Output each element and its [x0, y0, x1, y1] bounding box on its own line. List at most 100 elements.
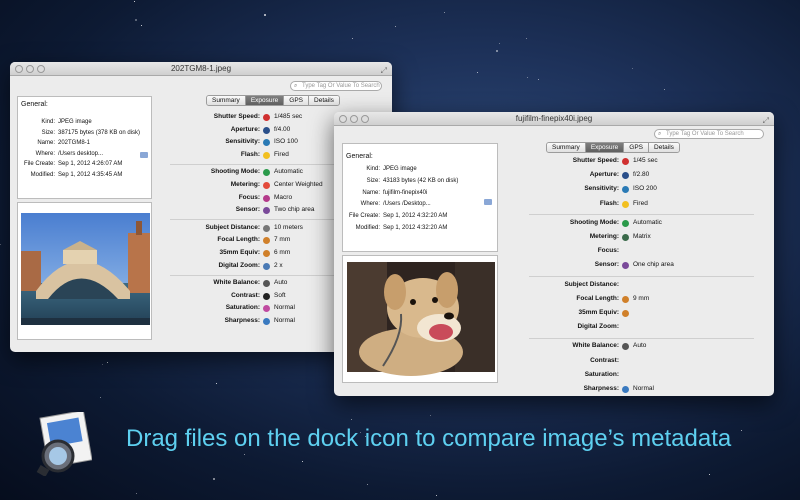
- exposure-key: Focal Length:: [576, 294, 619, 302]
- close-button[interactable]: [15, 65, 23, 73]
- tab-gps[interactable]: GPS: [284, 96, 310, 105]
- exposure-key: Focus:: [238, 193, 260, 201]
- tab-summary[interactable]: Summary: [547, 143, 586, 152]
- tab-exposure[interactable]: Exposure: [585, 143, 625, 152]
- equiv-icon: [263, 250, 270, 257]
- close-button[interactable]: [339, 115, 347, 123]
- star: [525, 38, 527, 40]
- zoom-button[interactable]: [37, 65, 45, 73]
- star: [429, 415, 431, 417]
- exposure-row: Focal Length: 9 mm: [519, 295, 764, 305]
- info-key: Kind:: [366, 166, 380, 172]
- exposure-key: Contrast:: [590, 356, 619, 364]
- search-icon: ⌕: [294, 83, 298, 89]
- section-divider: [529, 214, 754, 216]
- star: [366, 483, 368, 485]
- fullscreen-icon[interactable]: ⤢: [763, 114, 769, 128]
- exposure-row: Shooting Mode: Automatic: [519, 219, 764, 229]
- info-key: Name:: [362, 189, 380, 196]
- exposure-key: Sensor:: [235, 206, 260, 214]
- shutter-icon: [263, 114, 270, 121]
- star: [216, 383, 218, 385]
- exposure-row: Aperture: f/2.80: [519, 171, 764, 181]
- star: [495, 49, 498, 52]
- exposure-row: White Balance: Auto: [519, 342, 764, 352]
- iso-icon: [622, 186, 629, 194]
- equiv-icon: [622, 310, 629, 317]
- exposure-value: 6 mm: [274, 249, 291, 256]
- exposure-value: Auto: [274, 279, 288, 287]
- exposure-key: Sensitivity:: [584, 185, 619, 193]
- star: [140, 25, 142, 27]
- exposure-row: Subject Distance:: [519, 281, 764, 291]
- folder-icon[interactable]: [484, 199, 492, 205]
- exposure-value: Center Weighted: [274, 181, 323, 188]
- star: [302, 461, 304, 463]
- tab-summary[interactable]: Summary: [207, 96, 246, 105]
- wb-icon: [622, 343, 629, 351]
- fullscreen-icon[interactable]: ⤢: [381, 64, 387, 78]
- exposure-row: Shutter Speed: 1/45 sec: [519, 157, 764, 167]
- exposure-key: Sensor:: [594, 261, 619, 269]
- search-input[interactable]: ⌕ Type Tag Or Value To Search: [290, 81, 382, 91]
- info-key: Size:: [366, 177, 380, 184]
- tab-details[interactable]: Details: [649, 143, 679, 152]
- inspector-tabs[interactable]: Summary Exposure GPS Details: [546, 142, 680, 153]
- metering-icon: [622, 234, 629, 241]
- exposure-row: Sensitivity: ISO 200: [519, 185, 764, 195]
- inspector-tabs[interactable]: Summary Exposure GPS Details: [206, 95, 340, 106]
- star: [352, 37, 354, 39]
- focus-icon: [263, 194, 270, 202]
- star: [100, 396, 102, 398]
- metering-icon: [263, 182, 270, 189]
- exposure-row: 35mm Equiv:: [519, 309, 764, 319]
- star: [101, 364, 103, 366]
- exposure-value: f/4.00: [274, 125, 291, 133]
- app-dock-icon[interactable]: [34, 412, 92, 476]
- exposure-row: Saturation:: [519, 371, 764, 381]
- folder-icon[interactable]: [140, 152, 148, 158]
- exposure-key: 35mm Equiv:: [219, 249, 260, 256]
- exposure-value: 2 x: [274, 261, 283, 269]
- info-value: JPEG image: [58, 119, 92, 125]
- exposure-key: Shutter Speed:: [213, 113, 260, 120]
- star: [107, 361, 109, 363]
- sharpness-icon: [622, 386, 629, 393]
- info-value: 387175 bytes (378 KB on disk): [58, 129, 141, 136]
- venice-bridge-photo: [21, 213, 150, 325]
- star: [213, 478, 216, 481]
- general-panel: General: Kind: JPEG image Size: 43183 bytes…: [342, 143, 498, 252]
- window-titlebar[interactable]: fujifilm-finepix40i.jpeg ⤢: [334, 112, 774, 126]
- star: [395, 26, 397, 28]
- exposure-key: Shooting Mode:: [569, 218, 619, 226]
- minimize-button[interactable]: [26, 65, 34, 73]
- tab-details[interactable]: Details: [309, 96, 339, 105]
- star: [527, 77, 529, 79]
- tab-gps[interactable]: GPS: [624, 143, 650, 152]
- section-divider: [529, 276, 754, 278]
- sensor-icon: [263, 207, 270, 215]
- star: [264, 13, 267, 16]
- metadata-window-2[interactable]: fujifilm-finepix40i.jpeg ⤢ ⌕ Type Tag Or…: [334, 112, 774, 396]
- exposure-value: 1/485 sec: [274, 113, 303, 120]
- exposure-value: ISO 100: [274, 138, 298, 146]
- exposure-row: Contrast:: [519, 357, 764, 367]
- flash-icon: [622, 200, 629, 208]
- exposure-row: Sensor: One chip area: [519, 261, 764, 271]
- info-key: Modified:: [355, 225, 380, 231]
- star: [134, 18, 137, 21]
- info-value: 43183 bytes (42 KB on disk): [383, 177, 459, 184]
- info-value: Sep 1, 2012 4:32:20 AM: [383, 225, 448, 231]
- tab-exposure[interactable]: Exposure: [245, 96, 285, 105]
- promo-caption: Drag files on the dock icon to compare i…: [126, 425, 732, 452]
- exposure-key: Subject Distance:: [564, 280, 619, 288]
- window-titlebar[interactable]: 202TGM8-1.jpeg ⤢: [10, 62, 392, 76]
- window-title: 202TGM8-1.jpeg: [170, 64, 232, 73]
- saturation-icon: [263, 305, 270, 313]
- exposure-value: Auto: [633, 342, 647, 350]
- zoom-button[interactable]: [361, 115, 369, 123]
- minimize-button[interactable]: [350, 115, 358, 123]
- exposure-key: Digital Zoom:: [218, 261, 260, 269]
- search-input[interactable]: ⌕ Type Tag Or Value To Search: [654, 129, 764, 139]
- info-value: Sep 1, 2012 4:32:20 AM: [383, 213, 448, 220]
